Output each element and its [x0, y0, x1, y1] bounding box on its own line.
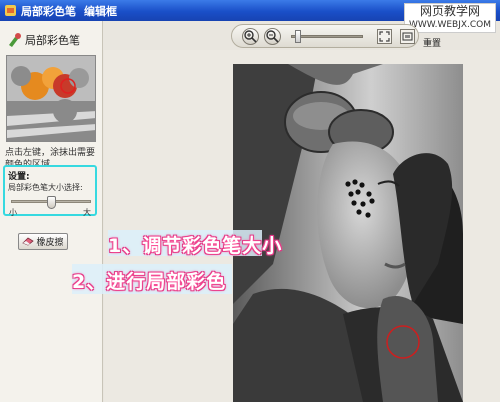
reset-button[interactable]: 重置: [423, 36, 441, 49]
brush-settings-box: 设置: 局部彩色笔大小选择: 小 大: [3, 165, 97, 217]
fit-screen-button[interactable]: [377, 29, 392, 44]
panel-title: 局部彩色笔: [6, 32, 80, 48]
panel-title-label: 局部彩色笔: [25, 34, 80, 47]
watermark-line2: WWW.WEBJX.COM: [408, 20, 492, 30]
window-subtitle: 编辑框: [84, 4, 117, 18]
preview-thumbnail: [6, 55, 96, 142]
watermark-line1: 网页教学网: [419, 4, 480, 18]
actual-size-icon: [402, 32, 413, 41]
eraser-label: 橡皮擦: [36, 238, 64, 248]
settings-title: 设置:: [8, 172, 30, 182]
view-toolbar: [231, 24, 419, 48]
color-brush-icon: [9, 33, 21, 47]
fruit-preview-image: [7, 56, 95, 141]
zoom-out-icon: [266, 30, 279, 43]
zoom-slider-thumb[interactable]: [294, 30, 301, 43]
watermark: 网页教学网 WWW.WEBJX.COM: [404, 3, 496, 33]
zoom-in-button[interactable]: [242, 28, 259, 45]
annotation-step-2: 2、进行局部彩色: [72, 271, 227, 293]
brush-size-slider-thumb[interactable]: [47, 196, 56, 209]
brush-size-label: 局部彩色笔大小选择:: [8, 183, 83, 192]
window-title: 局部彩色笔: [21, 4, 76, 18]
app-icon: [5, 5, 16, 16]
tool-panel: 局部彩色笔 点击左键，涂抹出需要颜色的区域 设置: 局部彩色笔大小选择: 小 大…: [0, 21, 103, 402]
slider-max-label: 大: [83, 208, 91, 217]
zoom-slider[interactable]: [291, 35, 363, 38]
slider-min-label: 小: [9, 208, 17, 217]
eraser-icon: [22, 237, 35, 246]
fit-screen-icon: [379, 31, 390, 42]
zoom-out-button[interactable]: [264, 28, 281, 45]
zoom-in-icon: [244, 30, 257, 43]
actual-size-button[interactable]: [400, 29, 415, 44]
eraser-button[interactable]: 橡皮擦: [18, 233, 68, 250]
annotation-step-1: 1、调节彩色笔大小: [108, 235, 283, 257]
